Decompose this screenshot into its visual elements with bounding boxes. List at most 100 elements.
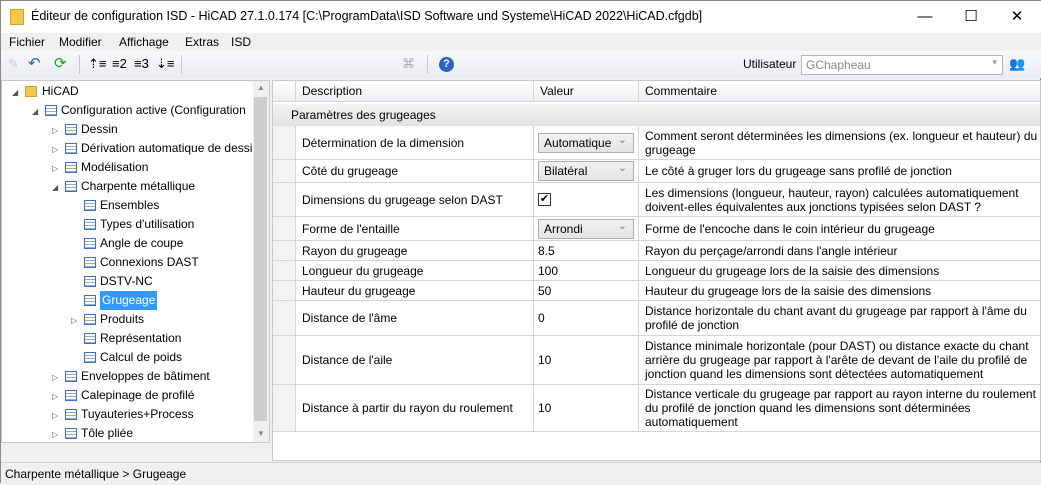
row-value-cell[interactable]: 10	[534, 336, 639, 384]
level-2-icon[interactable]: ≡2	[112, 56, 127, 71]
row-header[interactable]	[273, 385, 296, 431]
value-dropdown[interactable]: Automatique	[538, 131, 634, 153]
expand-arrow-icon[interactable]: ▷	[71, 311, 77, 330]
undo-icon[interactable]: ↶	[28, 54, 41, 72]
tree-item-label: Connexions DAST	[100, 255, 199, 269]
row-value-cell[interactable]: 100	[534, 261, 639, 280]
menu-isd[interactable]: ISD	[231, 35, 251, 49]
expand-arrow-icon[interactable]: ▷	[52, 121, 58, 140]
collapse-arrow-icon[interactable]: ◢	[12, 83, 18, 102]
user-select[interactable]: GChapheau ▾	[801, 55, 1003, 75]
edit-pencil-icon[interactable]: ✎	[8, 56, 19, 72]
row-header[interactable]	[273, 241, 296, 260]
table-icon	[65, 371, 77, 382]
table-icon	[84, 333, 96, 344]
scrollbar-thumb[interactable]	[254, 97, 267, 421]
level-3-icon[interactable]: ≡3	[134, 56, 149, 71]
table-row[interactable]: Distance à partir du rayon du roulement …	[273, 385, 1040, 432]
table-row[interactable]: Distance de l'âme 0 Distance horizontale…	[273, 301, 1040, 336]
group-header[interactable]: Paramètres des grugeages	[273, 104, 1040, 126]
users-icon[interactable]: 👥	[1009, 56, 1025, 72]
tree-item-label: DSTV-NC	[100, 274, 153, 288]
tree-scrollbar[interactable]: ▲ ▼	[253, 81, 269, 442]
expand-arrow-icon[interactable]: ▷	[52, 368, 58, 387]
row-comment: Distance horizontale du chant avant du g…	[645, 304, 1027, 332]
row-comment: Rayon du perçage/arrondi dans l'angle in…	[645, 243, 898, 258]
table-icon	[84, 238, 96, 249]
table-icon	[65, 409, 77, 420]
table-row[interactable]: Hauteur du grugeage 50 Hauteur du grugea…	[273, 281, 1040, 301]
refresh-icon[interactable]: ⟳	[54, 54, 67, 72]
table-row[interactable]: Côté du grugeage Bilatéral Le côté à gru…	[273, 159, 1040, 183]
row-header[interactable]	[273, 126, 296, 159]
tree-item-label: Calepinage de profilé	[81, 388, 195, 402]
expand-arrow-icon[interactable]: ▷	[52, 406, 58, 425]
row-value-cell[interactable]: 0	[534, 301, 639, 335]
row-value-cell[interactable]: 50	[534, 281, 639, 300]
minimize-button[interactable]: —	[902, 1, 948, 33]
menu-extras[interactable]: Extras	[185, 35, 219, 49]
help-icon[interactable]: ?	[439, 57, 454, 72]
binoculars-icon[interactable]: ⌘	[402, 56, 415, 72]
row-header[interactable]	[273, 301, 296, 335]
header-description[interactable]: Description	[296, 81, 534, 102]
table-icon	[65, 124, 77, 135]
tree-item-label: Calcul de poids	[100, 350, 183, 364]
row-header[interactable]	[273, 160, 296, 182]
tree-item-label: Tuyauteries+Process	[81, 407, 194, 421]
header-value[interactable]: Valeur	[534, 81, 639, 102]
row-header[interactable]	[273, 183, 296, 216]
row-header[interactable]	[273, 217, 296, 240]
close-button[interactable]: ✕	[994, 1, 1040, 33]
value-dropdown[interactable]: Bilatéral	[538, 159, 634, 181]
expand-arrow-icon[interactable]: ▷	[52, 425, 58, 444]
row-header[interactable]	[273, 336, 296, 384]
value-input[interactable]: 50	[538, 284, 551, 298]
user-value: GChapheau	[806, 58, 871, 72]
menu-modifier[interactable]: Modifier	[59, 35, 102, 49]
value-input[interactable]: 10	[538, 353, 551, 367]
row-header[interactable]	[273, 281, 296, 300]
row-value-cell[interactable]: Automatique	[534, 126, 639, 159]
row-value-cell[interactable]: ✔	[534, 183, 639, 216]
expand-arrow-icon[interactable]: ▷	[52, 387, 58, 406]
value-dropdown[interactable]: Arrondi	[538, 217, 634, 239]
corner-header	[273, 81, 296, 102]
property-grid: Description Valeur Commentaire Paramètre…	[272, 80, 1041, 461]
expand-all-icon[interactable]: ⇣≡	[156, 56, 174, 72]
menu-affichage[interactable]: Affichage	[119, 35, 169, 49]
table-row[interactable]: Distance de l'aile 10 Distance minimale …	[273, 336, 1040, 385]
menu-fichier[interactable]: Fichier	[9, 35, 45, 49]
list-icon	[45, 105, 57, 116]
collapse-arrow-icon[interactable]: ◢	[52, 178, 58, 197]
header-comment[interactable]: Commentaire	[639, 81, 1040, 102]
row-comment: Hauteur du grugeage lors de la saisie de…	[645, 283, 932, 298]
tree-item-label: Tôle pliée	[81, 426, 134, 440]
table-row[interactable]: Rayon du grugeage 8.5 Rayon du perçage/a…	[273, 241, 1040, 261]
table-row[interactable]: Longueur du grugeage 100 Longueur du gru…	[273, 261, 1040, 281]
value-checkbox[interactable]: ✔	[538, 193, 551, 206]
row-comment: Forme de l'encoche dans le coin intérieu…	[645, 221, 935, 236]
row-value-cell[interactable]: Bilatéral	[534, 159, 639, 182]
value-input[interactable]: 10	[538, 401, 551, 415]
value-input[interactable]: 8.5	[538, 244, 555, 258]
row-description: Longueur du grugeage	[296, 261, 534, 280]
row-description: Forme de l'entaille	[296, 217, 534, 240]
row-value-cell[interactable]: 10	[534, 385, 639, 431]
table-row[interactable]: Détermination de la dimension Automatiqu…	[273, 126, 1040, 160]
window-title: Éditeur de configuration ISD - HiCAD 27.…	[31, 9, 703, 23]
table-row[interactable]: Dimensions du grugeage selon DAST ✔ Les …	[273, 183, 1040, 217]
row-value-cell[interactable]: 8.5	[534, 241, 639, 260]
collapse-all-icon[interactable]: ⇡≡	[88, 56, 106, 72]
maximize-button[interactable]: ☐	[948, 1, 994, 33]
expand-arrow-icon[interactable]: ▷	[52, 140, 58, 159]
value-input[interactable]: 0	[538, 311, 545, 325]
row-description: Distance de l'aile	[296, 336, 534, 384]
row-value-cell[interactable]: Arrondi	[534, 217, 639, 240]
expand-arrow-icon[interactable]: ▷	[52, 159, 58, 178]
value-input[interactable]: 100	[538, 264, 558, 278]
row-header[interactable]	[273, 261, 296, 280]
collapse-arrow-icon[interactable]: ◢	[32, 102, 38, 121]
menu-bar: Fichier Modifier Affichage Extras ISD	[1, 33, 1041, 51]
table-row[interactable]: Forme de l'entaille Arrondi Forme de l'e…	[273, 217, 1040, 241]
